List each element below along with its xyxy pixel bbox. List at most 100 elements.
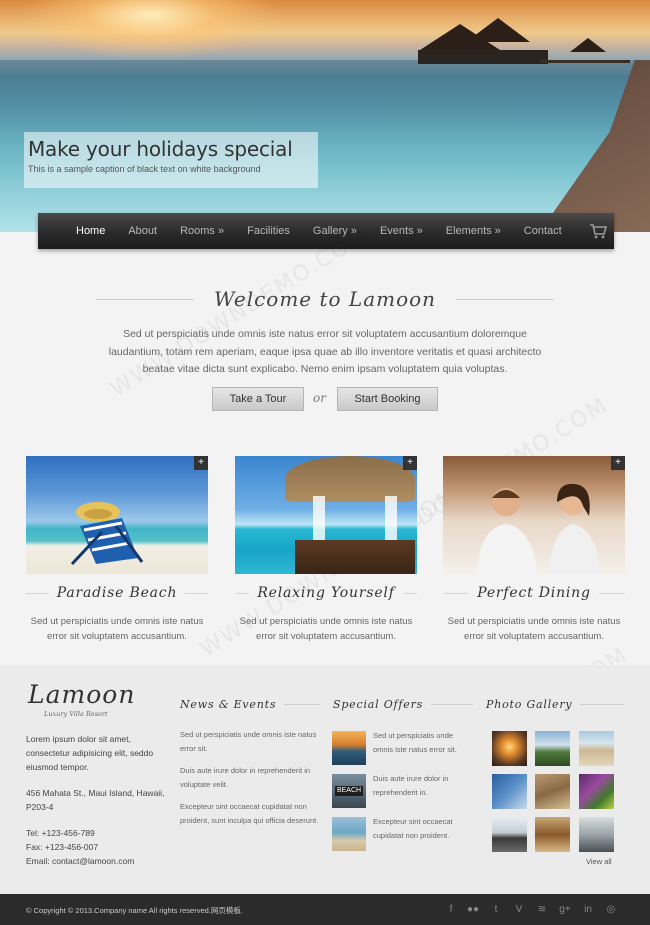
news-item[interactable]: Sed ut perspiciatis unde omnis iste natu… xyxy=(180,728,320,756)
divider xyxy=(598,592,625,594)
woman-figure xyxy=(549,483,601,574)
man-figure xyxy=(477,488,537,574)
beach-image[interactable]: + xyxy=(26,456,208,574)
news-title: News & Events xyxy=(180,697,277,711)
divider xyxy=(443,592,470,594)
divider xyxy=(402,592,418,594)
water-villa xyxy=(466,18,530,42)
offers-heading: Special Offers xyxy=(333,697,473,711)
gallery-heading: Photo Gallery xyxy=(486,697,624,711)
divider xyxy=(456,298,555,300)
expand-icon[interactable]: + xyxy=(403,456,417,470)
divider xyxy=(431,703,473,705)
gallery-thumbnail[interactable] xyxy=(579,817,614,852)
hero-slider xyxy=(0,0,650,232)
gallery-thumbnail[interactable] xyxy=(579,774,614,809)
feature-text: Sed ut perspiciatis unde omnis iste natu… xyxy=(447,616,621,642)
offer-item[interactable]: Sed ut perspiciatis unde omnis iste natu… xyxy=(332,729,474,765)
vimeo-icon[interactable]: V xyxy=(512,903,526,917)
welcome-text: Sed ut perspiciatis unde omnis iste natu… xyxy=(108,328,542,375)
nav-item-about[interactable]: About xyxy=(128,213,157,249)
gallery-thumbnail[interactable] xyxy=(535,731,570,766)
expand-icon[interactable]: + xyxy=(194,456,208,470)
news-item[interactable]: Duis aute irure dolor in reprehenderit i… xyxy=(180,764,320,792)
offer-text: Duis aute irure dolor in reprehenderit i… xyxy=(373,774,449,797)
divider xyxy=(185,592,209,594)
copyright-text: © Copyright © 2013.Company name All righ… xyxy=(26,906,243,915)
divider xyxy=(284,703,320,705)
view-all-link[interactable]: View all xyxy=(586,857,612,866)
nav-item-gallery[interactable]: Gallery » xyxy=(313,213,357,249)
offer-text: Sed ut perspiciatis unde omnis iste natu… xyxy=(373,731,457,754)
sunset-glow xyxy=(20,0,280,60)
twitter-icon[interactable]: t xyxy=(489,903,503,917)
feature-title-row: Perfect Dining xyxy=(443,584,625,602)
footer-logo-tagline: Luxury Villa Resort xyxy=(44,710,108,718)
footer-about: Lorem ipsum dolor sit amet, consectetur … xyxy=(26,734,154,772)
feature-title-row: Relaxing Yourself xyxy=(235,584,418,602)
offer-thumbnail xyxy=(332,817,366,851)
feature-card-beach: + Paradise Beach Sed ut perspiciatis und… xyxy=(26,456,209,644)
hero-caption-title: Make your holidays special xyxy=(28,137,293,161)
nav-item-rooms[interactable]: Rooms » xyxy=(180,213,224,249)
offer-text: Excepteur sint occaecat cupidatat non pr… xyxy=(373,817,453,840)
nav-item-home[interactable]: Home xyxy=(76,213,105,249)
villa-base xyxy=(418,50,548,64)
gallery-thumbnail[interactable] xyxy=(492,774,527,809)
rss-icon[interactable]: ≋ xyxy=(535,903,549,917)
divider xyxy=(26,592,49,594)
offer-thumbnail xyxy=(332,731,366,765)
or-label: or xyxy=(313,391,326,405)
news-heading: News & Events xyxy=(180,697,320,711)
feature-card-dining: + Perfect Dining Sed ut perspiciatis und… xyxy=(443,456,625,644)
divider xyxy=(580,703,624,705)
footer-tel: Tel: +123-456-789 xyxy=(26,828,95,838)
footer-logo[interactable]: Lamoon xyxy=(28,680,135,709)
linkedin-icon[interactable]: in xyxy=(581,903,595,917)
feature-text: Sed ut perspiciatis unde omnis iste natu… xyxy=(30,616,204,642)
flickr-icon[interactable]: ●● xyxy=(466,903,480,917)
offers-title: Special Offers xyxy=(333,697,424,711)
dribbble-icon[interactable]: ◎ xyxy=(604,903,618,917)
gallery-thumbnail[interactable] xyxy=(535,817,570,852)
nav-item-events[interactable]: Events » xyxy=(380,213,423,249)
gallery-thumbnail[interactable] xyxy=(492,731,527,766)
divider xyxy=(96,298,194,300)
cabana-deck xyxy=(295,540,415,574)
feature-title: Perfect Dining xyxy=(477,585,591,601)
water-villa xyxy=(570,38,606,52)
nav-item-contact[interactable]: Contact xyxy=(524,213,562,249)
offer-thumbnail: BEACH xyxy=(332,774,366,808)
googleplus-icon[interactable]: g+ xyxy=(558,903,572,917)
cart-icon[interactable] xyxy=(589,223,607,239)
nav-item-elements[interactable]: Elements » xyxy=(446,213,501,249)
dining-image[interactable]: + xyxy=(443,456,625,574)
facebook-icon[interactable]: f xyxy=(444,903,458,917)
news-item[interactable]: Excepteur sint occaecat cupidatat non pr… xyxy=(180,800,320,828)
cabana-image[interactable]: + xyxy=(235,456,417,574)
offer-item[interactable]: BEACH Duis aute irure dolor in reprehend… xyxy=(332,772,474,808)
take-tour-button[interactable]: Take a Tour xyxy=(212,387,304,411)
gallery-thumbnail[interactable] xyxy=(535,774,570,809)
pier xyxy=(540,60,630,63)
footer-email[interactable]: Email: contact@lamoon.com xyxy=(26,854,166,868)
hero-caption: Make your holidays special This is a sam… xyxy=(24,132,318,188)
footer-contact: Lorem ipsum dolor sit amet, consectetur … xyxy=(26,732,166,868)
start-booking-button[interactable]: Start Booking xyxy=(337,387,438,411)
main-nav: Home About Rooms » Facilities Gallery » … xyxy=(38,213,614,249)
gallery-thumbnail[interactable] xyxy=(492,817,527,852)
gallery-thumbnail[interactable] xyxy=(579,731,614,766)
hero-caption-text: This is a sample caption of black text o… xyxy=(28,164,261,174)
nav-item-facilities[interactable]: Facilities xyxy=(247,213,290,249)
beach-chair-illustration xyxy=(70,502,144,566)
offer-item[interactable]: Excepteur sint occaecat cupidatat non pr… xyxy=(332,815,474,851)
feature-title: Relaxing Yourself xyxy=(257,585,395,601)
gallery-title: Photo Gallery xyxy=(486,697,573,711)
feature-title-row: Paradise Beach xyxy=(26,584,209,602)
expand-icon[interactable]: + xyxy=(611,456,625,470)
feature-text: Sed ut perspiciatis unde omnis iste natu… xyxy=(239,616,413,642)
beach-sign: BEACH xyxy=(335,786,363,796)
news-list: Sed ut perspiciatis unde omnis iste natu… xyxy=(180,728,320,836)
footer-fax: Fax: +123-456-007 xyxy=(26,842,99,852)
welcome-heading: Welcome to Lamoon xyxy=(96,286,555,312)
